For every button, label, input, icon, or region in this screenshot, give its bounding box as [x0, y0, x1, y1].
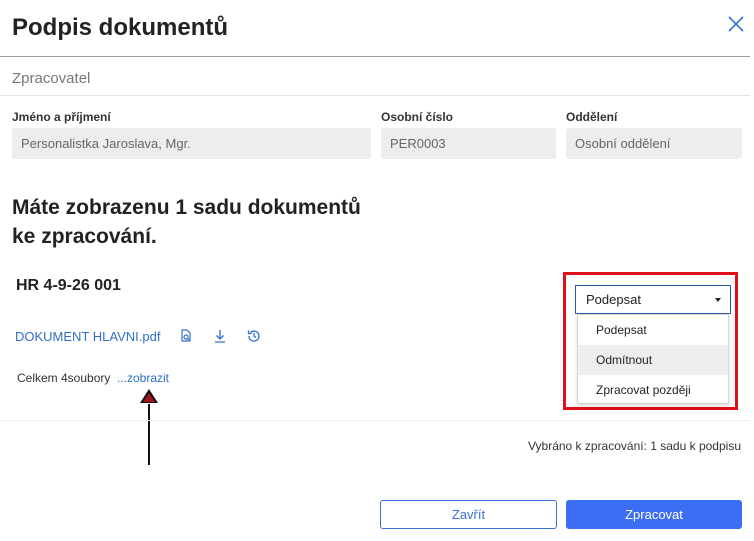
- department-field-label: Oddělení: [566, 110, 618, 124]
- department-field: Osobní oddělení: [566, 128, 742, 159]
- content-divider: [0, 420, 750, 421]
- annotation-arrow-head-fill: [143, 393, 155, 402]
- option-sign[interactable]: Podepsat: [578, 315, 728, 345]
- name-field: Personalistka Jaroslava, Mgr.: [12, 128, 371, 159]
- header-divider: [0, 56, 750, 57]
- action-select[interactable]: Podepsat: [575, 285, 731, 314]
- chevron-down-icon: [715, 298, 721, 302]
- personal-number-field-label: Osobní číslo: [381, 110, 454, 124]
- documents-heading-line2: ke zpracování.: [12, 225, 157, 248]
- document-set-title: HR 4-9-26 001: [16, 277, 121, 294]
- annotation-arrow: [148, 404, 150, 465]
- history-icon[interactable]: [246, 328, 262, 344]
- action-select-value: Podepsat: [586, 292, 641, 307]
- name-field-label: Jméno a příjmení: [12, 110, 111, 124]
- document-file-link[interactable]: DOKUMENT HLAVNI.pdf: [15, 329, 160, 344]
- close-icon[interactable]: [726, 14, 746, 34]
- documents-heading: Máte zobrazenu 1 sadu dokumentů ke zprac…: [12, 193, 392, 251]
- section-divider: [0, 95, 750, 96]
- section-label-processor: Zpracovatel: [12, 70, 91, 87]
- action-dropdown-menu: Podepsat Odmítnout Zpracovat později: [577, 314, 729, 404]
- process-button[interactable]: Zpracovat: [566, 500, 742, 529]
- documents-heading-line1: Máte zobrazenu 1 sadu dokumentů: [12, 196, 361, 219]
- option-reject[interactable]: Odmítnout: [578, 345, 728, 375]
- show-files-link[interactable]: ...zobrazit: [117, 371, 169, 385]
- document-search-icon[interactable]: [178, 328, 194, 344]
- option-process-later[interactable]: Zpracovat později: [578, 375, 728, 405]
- personal-number-field: PER0003: [381, 128, 556, 159]
- selection-summary: Vybráno k zpracování: 1 sadu k podpisu: [527, 439, 741, 453]
- files-total-label: Celkem 4soubory: [17, 371, 111, 385]
- dialog-title: Podpis dokumentů: [12, 14, 228, 41]
- close-button[interactable]: Zavřít: [380, 500, 557, 529]
- download-icon[interactable]: [212, 328, 228, 344]
